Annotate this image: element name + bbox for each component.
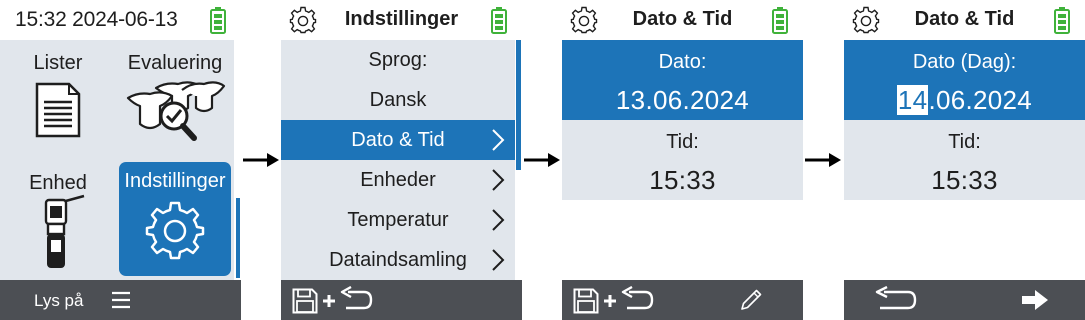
settings-screen: Indstillinger Sprog: Dansk Dato & Tid En… — [281, 0, 522, 320]
save-icon[interactable] — [292, 288, 318, 314]
menu-item-label: Dansk — [369, 89, 427, 111]
menu-item-label: Temperatur — [347, 209, 449, 231]
tile-enhed-label: Enhed — [29, 172, 87, 194]
menu-item-language-label: Sprog: — [281, 40, 515, 80]
status-bar: 15:32 2024-06-13 — [0, 0, 241, 40]
pencil-edit-icon[interactable] — [739, 288, 763, 312]
battery-icon — [491, 7, 507, 34]
chevron-right-icon — [492, 209, 505, 231]
flow-arrow-icon — [805, 153, 841, 167]
date-field-editing[interactable]: Dato (Dag): 14.06.2024 — [844, 40, 1085, 120]
time-label: Tid: — [948, 131, 981, 153]
status-bar: Dato & Tid — [844, 0, 1085, 40]
footer-bar — [562, 280, 803, 320]
tile-lister-label: Lister — [33, 52, 83, 74]
menu-item-data-collection[interactable]: Dataindsamling — [281, 240, 515, 280]
status-bar: Indstillinger — [281, 0, 522, 40]
status-time: 15:32 2024-06-13 — [15, 8, 178, 31]
date-time-screen: Dato & Tid Dato: 13.06.2024 Tid: 15:33 — [562, 0, 803, 320]
footer-bar — [281, 280, 522, 320]
menu-item-temperature[interactable]: Temperatur — [281, 200, 515, 240]
document-list-icon — [35, 82, 81, 138]
date-field[interactable]: Dato: 13.06.2024 — [562, 40, 803, 120]
time-label: Tid: — [666, 131, 699, 153]
battery-icon — [210, 7, 226, 34]
footer-bar: Lys på — [0, 280, 241, 320]
menu-item-date-time[interactable]: Dato & Tid — [281, 120, 515, 160]
main-menu-screen: 15:32 2024-06-13 Lister Evaluering Enhed… — [0, 0, 241, 320]
page-title: Dato & Tid — [914, 8, 1015, 30]
time-value: 15:33 — [649, 165, 716, 195]
date-value: 13.06.2024 — [615, 85, 750, 115]
date-rest: .06.2024 — [928, 85, 1033, 115]
time-value: 15:33 — [931, 165, 998, 195]
menu-item-language-value[interactable]: Dansk — [281, 80, 515, 120]
gear-icon — [145, 201, 205, 260]
tile-indstillinger[interactable]: Indstillinger — [119, 162, 231, 276]
handheld-device-icon — [44, 194, 85, 268]
tile-lister[interactable]: Lister — [8, 44, 108, 154]
back-arrow-icon[interactable] — [619, 286, 655, 314]
tile-enhed[interactable]: Enhed — [8, 164, 108, 276]
scrollbar-thumb[interactable] — [236, 198, 240, 278]
chevron-right-icon — [492, 249, 505, 271]
menu-item-label: Sprog: — [368, 49, 428, 71]
status-bar: Dato & Tid — [562, 0, 803, 40]
tile-indstillinger-label: Indstillinger — [124, 170, 226, 192]
date-day-label: Dato (Dag): — [912, 51, 1017, 73]
cow-evaluation-icon — [126, 81, 226, 141]
chevron-right-icon — [492, 169, 505, 191]
time-field[interactable]: Tid: 15:33 — [562, 120, 803, 200]
settings-menu: Sprog: Dansk Dato & Tid Enheder Temperat… — [281, 40, 515, 280]
flow-arrow-icon — [524, 153, 560, 167]
plus-icon — [604, 295, 616, 307]
date-label: Dato: — [658, 51, 707, 73]
light-on-button[interactable]: Lys på — [34, 291, 83, 311]
menu-item-label: Dataindsamling — [329, 249, 467, 271]
battery-icon — [772, 7, 788, 34]
menu-item-label: Enheder — [360, 169, 436, 191]
tile-evaluering[interactable]: Evaluering — [118, 44, 232, 154]
settings-gear-icon — [570, 6, 598, 34]
footer-bar — [844, 280, 1085, 320]
settings-gear-icon — [852, 6, 880, 34]
tile-evaluering-label: Evaluering — [127, 52, 223, 74]
menu-item-label: Dato & Tid — [351, 129, 445, 151]
hamburger-menu-icon[interactable] — [111, 291, 131, 309]
date-day-segment[interactable]: 14 — [896, 85, 929, 115]
back-arrow-icon[interactable] — [338, 286, 374, 314]
flow-arrow-icon — [243, 153, 279, 167]
chevron-right-icon — [492, 129, 505, 151]
time-field[interactable]: Tid: 15:33 — [844, 120, 1085, 200]
plus-icon — [323, 295, 335, 307]
page-title: Indstillinger — [344, 8, 459, 30]
back-arrow-icon[interactable] — [872, 286, 918, 314]
menu-item-units[interactable]: Enheder — [281, 160, 515, 200]
right-arrow-icon[interactable] — [1021, 290, 1049, 310]
save-icon[interactable] — [573, 288, 599, 314]
settings-gear-icon — [289, 6, 317, 34]
scrollbar-thumb[interactable] — [516, 40, 521, 170]
page-title: Dato & Tid — [632, 8, 733, 30]
battery-icon — [1054, 7, 1070, 34]
date-value-editing: 14.06.2024 — [844, 85, 1085, 116]
date-edit-screen: Dato & Tid Dato (Dag): 14.06.2024 Tid: 1… — [844, 0, 1085, 320]
